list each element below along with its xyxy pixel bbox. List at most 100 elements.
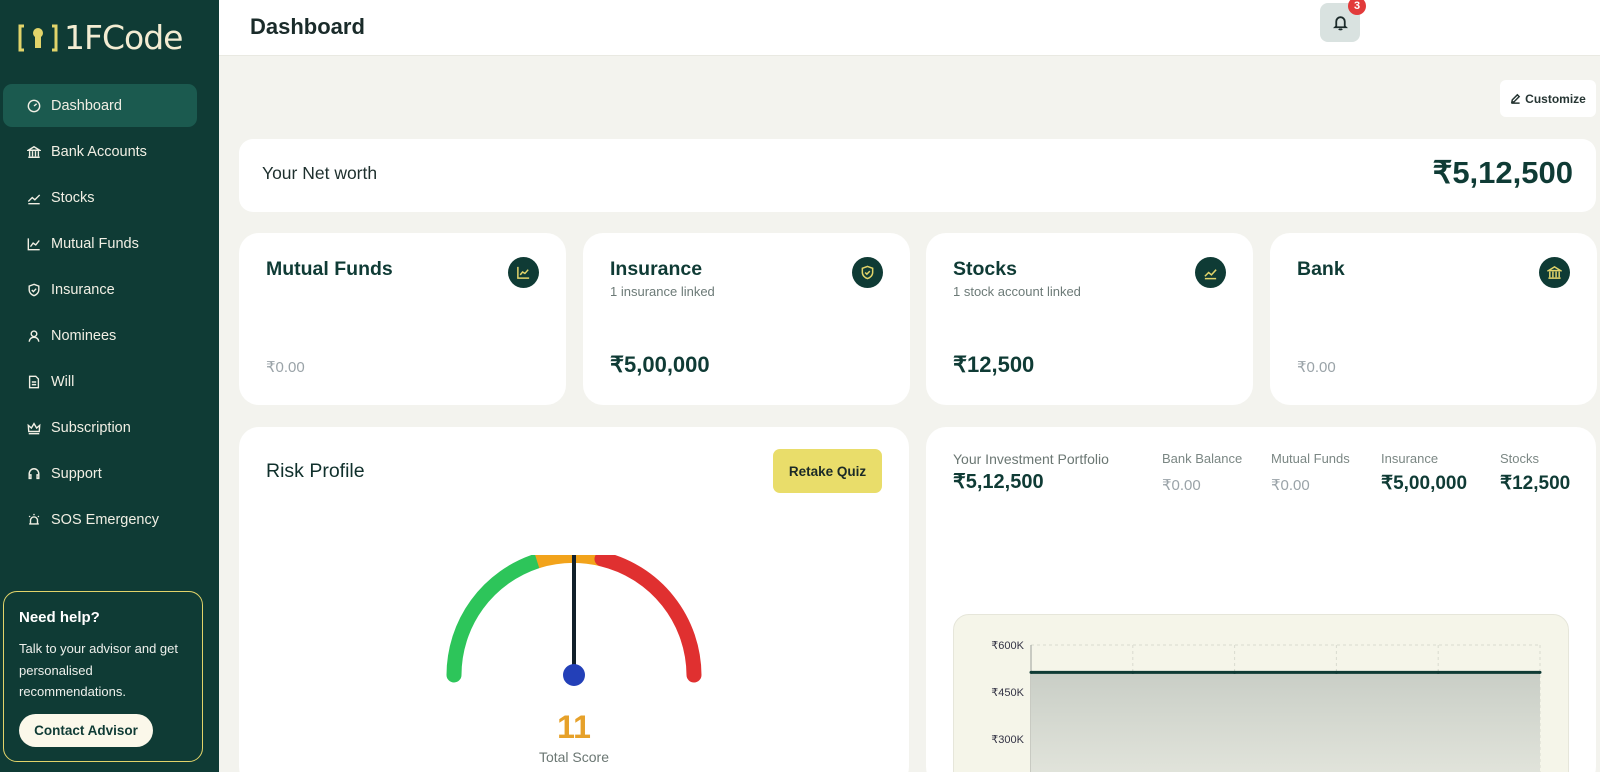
- logo-mark-icon: [18, 22, 58, 54]
- trend-icon: [1195, 257, 1226, 288]
- networth-label: Your Net worth: [262, 163, 378, 183]
- breakdown-label: Insurance: [1381, 451, 1439, 466]
- asset-value: ₹12,500: [953, 352, 1035, 377]
- breakdown-value: ₹12,500: [1500, 473, 1571, 494]
- portfolio-point: [1029, 670, 1033, 674]
- sidebar-item-label: SOS Emergency: [51, 511, 159, 528]
- mutual-funds-card[interactable]: Mutual Funds ₹0.00: [239, 233, 566, 405]
- sidebar-item-label: Insurance: [51, 281, 115, 298]
- sidebar-item-label: Dashboard: [51, 97, 122, 114]
- chart-icon: [508, 257, 539, 288]
- portfolio-point: [1131, 670, 1135, 674]
- portfolio-point: [1538, 670, 1542, 674]
- breakdown-label: Bank Balance: [1162, 451, 1243, 466]
- bank-card[interactable]: Bank ₹0.00: [1270, 233, 1597, 405]
- portfolio-chart-svg: ₹600K ₹450K ₹300K: [991, 640, 1542, 772]
- page-title: Dashboard: [250, 14, 365, 39]
- asset-title: Stocks: [953, 258, 1017, 280]
- trend-icon: [27, 191, 41, 205]
- portfolio-value: ₹5,12,500: [953, 471, 1044, 493]
- sidebar-item-label: Stocks: [51, 189, 95, 206]
- customize-button[interactable]: Customize: [1500, 80, 1596, 117]
- customize-label: Customize: [1525, 91, 1586, 106]
- gauge-hub: [563, 664, 585, 686]
- bank-icon: [1539, 257, 1570, 288]
- sidebar-item-dashboard[interactable]: Dashboard: [3, 84, 197, 127]
- asset-subtitle: 1 insurance linked: [610, 284, 715, 299]
- risk-score-label: Total Score: [538, 749, 610, 765]
- sidebar-item-label: Will: [51, 373, 75, 390]
- insurance-card[interactable]: Insurance 1 insurance linked ₹5,00,000: [583, 233, 910, 405]
- shield-icon: [852, 257, 883, 288]
- gauge-low-segment: [446, 555, 545, 683]
- sidebar-nav: Dashboard Bank Accounts Stocks Mutual Fu…: [0, 84, 219, 544]
- sidebar-item-mutual-funds[interactable]: Mutual Funds: [3, 222, 197, 265]
- risk-profile-title: Risk Profile: [266, 460, 365, 482]
- sidebar-item-label: Subscription: [51, 419, 131, 436]
- bank-icon: [27, 145, 41, 159]
- bell-icon: [1332, 16, 1348, 31]
- chart-icon: [27, 237, 41, 251]
- asset-subtitle: 1 stock account linked: [953, 284, 1081, 299]
- sidebar-item-label: Bank Accounts: [51, 143, 147, 160]
- gauge-mid-segment: [535, 555, 603, 569]
- notifications-button[interactable]: 3: [1320, 0, 1366, 42]
- sidebar-item-insurance[interactable]: Insurance: [3, 268, 197, 311]
- gauge-high-segment: [594, 555, 702, 683]
- asset-value: ₹5,00,000: [610, 352, 710, 377]
- asset-title: Insurance: [610, 258, 703, 280]
- crown-icon: [27, 421, 41, 435]
- portfolio-label: Your Investment Portfolio: [953, 451, 1109, 467]
- headset-icon: [27, 467, 41, 481]
- sidebar-item-label: Support: [51, 465, 102, 482]
- risk-score: 11: [557, 709, 591, 745]
- help-card: Need help? Talk to your advisor and get …: [3, 591, 203, 762]
- asset-title: Mutual Funds: [266, 258, 393, 280]
- sidebar-item-nominees[interactable]: Nominees: [3, 314, 197, 357]
- breakdown-value: ₹0.00: [1162, 477, 1201, 494]
- risk-gauge: [446, 555, 702, 686]
- breakdown-label: Mutual Funds: [1271, 451, 1350, 466]
- retake-quiz-button[interactable]: Retake Quiz: [773, 449, 882, 493]
- contact-advisor-button[interactable]: Contact Advisor: [19, 714, 153, 747]
- gauge-icon: [27, 99, 41, 113]
- help-text: Talk to your advisor and get personalise…: [19, 641, 178, 699]
- help-title: Need help?: [19, 609, 100, 626]
- y-tick-label: ₹600K: [991, 640, 1024, 652]
- user-icon: [27, 329, 41, 343]
- investment-portfolio-card: Your Investment Portfolio ₹5,12,500 Bank…: [926, 427, 1596, 772]
- portfolio-area: [1031, 672, 1540, 772]
- notification-badge: 3: [1348, 0, 1366, 15]
- logo[interactable]: 1FCode: [18, 18, 183, 57]
- topbar: Dashboard 3: [219, 0, 1600, 56]
- sidebar-item-label: Nominees: [51, 327, 117, 344]
- networth-value: ₹5,12,500: [1432, 155, 1573, 190]
- breakdown-label: Stocks: [1500, 451, 1540, 466]
- asset-value: ₹0.00: [1297, 359, 1336, 376]
- portfolio-chart: ₹600K ₹450K ₹300K: [953, 614, 1569, 772]
- y-tick-label: ₹450K: [991, 687, 1024, 699]
- document-icon: [27, 375, 41, 389]
- sidebar-item-subscription[interactable]: Subscription: [3, 406, 197, 449]
- sidebar-item-bank-accounts[interactable]: Bank Accounts: [3, 130, 197, 173]
- y-tick-label: ₹300K: [991, 734, 1024, 746]
- sidebar-item-stocks[interactable]: Stocks: [3, 176, 197, 219]
- portfolio-point: [1334, 670, 1338, 674]
- siren-icon: [27, 513, 41, 527]
- sidebar: 1FCode Dashboard Bank Accounts Stocks Mu…: [0, 0, 219, 772]
- networth-card: Your Net worth ₹5,12,500: [239, 139, 1596, 212]
- sidebar-item-sos-emergency[interactable]: SOS Emergency: [3, 498, 197, 541]
- sidebar-item-will[interactable]: Will: [3, 360, 197, 403]
- risk-profile-card: Risk Profile Retake Quiz 11 Total Score: [239, 427, 909, 772]
- asset-value: ₹0.00: [266, 359, 305, 376]
- sidebar-item-support[interactable]: Support: [3, 452, 197, 495]
- shield-icon: [27, 283, 41, 297]
- portfolio-point: [1233, 670, 1237, 674]
- sidebar-item-label: Mutual Funds: [51, 235, 139, 252]
- pencil-icon: [1511, 93, 1521, 104]
- logo-text: 1FCode: [64, 18, 183, 57]
- breakdown-value: ₹0.00: [1271, 477, 1310, 494]
- asset-title: Bank: [1297, 258, 1345, 280]
- breakdown-value: ₹5,00,000: [1381, 473, 1468, 494]
- stocks-card[interactable]: Stocks 1 stock account linked ₹12,500: [926, 233, 1253, 405]
